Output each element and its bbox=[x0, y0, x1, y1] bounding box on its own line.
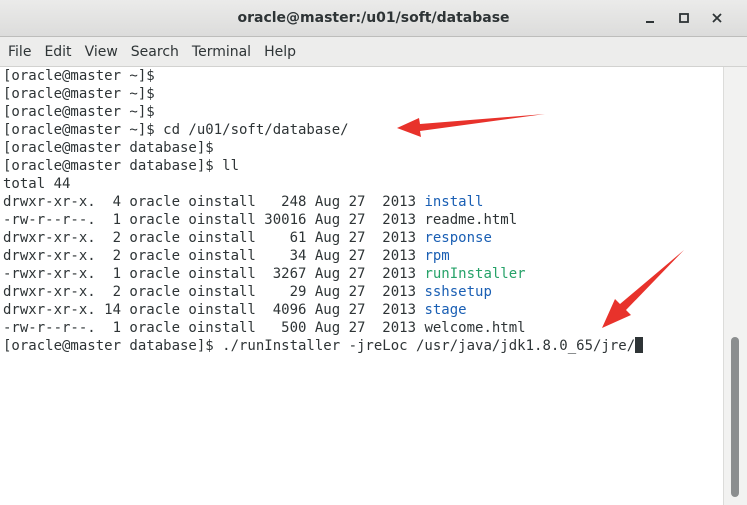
minimize-icon bbox=[646, 21, 654, 23]
terminal-line: [oracle@master ~]$ cd /u01/soft/database… bbox=[3, 121, 349, 139]
terminal-line: [oracle@master ~]$ bbox=[3, 67, 155, 85]
listing-row: -rw-r--r--. 1 oracle oinstall 30016 Aug … bbox=[3, 211, 517, 229]
file-meta: drwxr-xr-x. 14 oracle oinstall 4096 Aug … bbox=[3, 302, 425, 318]
file-meta: drwxr-xr-x. 2 oracle oinstall 61 Aug 27 … bbox=[3, 230, 425, 246]
terminal-line: [oracle@master database]$ ll bbox=[3, 157, 239, 175]
listing-row: drwxr-xr-x. 2 oracle oinstall 34 Aug 27 … bbox=[3, 247, 450, 265]
scrollbar-thumb[interactable] bbox=[731, 337, 739, 497]
file-name: readme.html bbox=[424, 212, 518, 228]
terminal-window: oracle@master:/u01/soft/database File Ed… bbox=[0, 0, 747, 505]
file-meta: drwxr-xr-x. 2 oracle oinstall 34 Aug 27 … bbox=[3, 248, 425, 264]
listing-row: drwxr-xr-x. 2 oracle oinstall 29 Aug 27 … bbox=[3, 283, 492, 301]
shell-prompt: [oracle@master ~]$ bbox=[3, 86, 155, 102]
file-name: install bbox=[424, 194, 484, 210]
shell-prompt: [oracle@master database]$ bbox=[3, 338, 214, 354]
shell-prompt: [oracle@master ~]$ bbox=[3, 122, 155, 138]
menu-edit[interactable]: Edit bbox=[38, 44, 77, 60]
file-meta: drwxr-xr-x. 2 oracle oinstall 29 Aug 27 … bbox=[3, 284, 425, 300]
vertical-scrollbar[interactable] bbox=[723, 67, 747, 505]
menu-search[interactable]: Search bbox=[125, 44, 185, 60]
file-name: response bbox=[424, 230, 492, 246]
close-button[interactable] bbox=[708, 9, 726, 27]
ll-command: ll bbox=[213, 158, 240, 174]
title-bar[interactable]: oracle@master:/u01/soft/database bbox=[0, 0, 747, 37]
terminal-line: [oracle@master database]$ bbox=[3, 139, 214, 157]
menu-bar: File Edit View Search Terminal Help bbox=[0, 37, 747, 67]
file-meta: drwxr-xr-x. 4 oracle oinstall 248 Aug 27… bbox=[3, 194, 425, 210]
menu-file[interactable]: File bbox=[2, 44, 37, 60]
text-cursor bbox=[635, 337, 644, 353]
shell-prompt: [oracle@master database]$ bbox=[3, 158, 214, 174]
file-meta: -rw-r--r--. 1 oracle oinstall 500 Aug 27… bbox=[3, 320, 425, 336]
terminal-line: [oracle@master ~]$ bbox=[3, 85, 155, 103]
listing-row: -rwxr-xr-x. 1 oracle oinstall 3267 Aug 2… bbox=[3, 265, 526, 283]
run-installer-command: ./runInstaller -jreLoc /usr/java/jdk1.8.… bbox=[213, 338, 636, 354]
listing-row: -rw-r--r--. 1 oracle oinstall 500 Aug 27… bbox=[3, 319, 526, 337]
file-meta: -rwxr-xr-x. 1 oracle oinstall 3267 Aug 2… bbox=[3, 266, 425, 282]
terminal-line: [oracle@master database]$ ./runInstaller… bbox=[3, 337, 644, 355]
shell-prompt: [oracle@master database]$ bbox=[3, 140, 214, 156]
shell-prompt: [oracle@master ~]$ bbox=[3, 104, 155, 120]
file-name: stage bbox=[424, 302, 467, 318]
listing-row: drwxr-xr-x. 2 oracle oinstall 61 Aug 27 … bbox=[3, 229, 492, 247]
minimize-button[interactable] bbox=[641, 9, 659, 27]
terminal-output[interactable]: [oracle@master ~]$ [oracle@master ~]$ [o… bbox=[0, 67, 723, 505]
file-name: sshsetup bbox=[424, 284, 492, 300]
listing-row: drwxr-xr-x. 14 oracle oinstall 4096 Aug … bbox=[3, 301, 467, 319]
listing-row: drwxr-xr-x. 4 oracle oinstall 248 Aug 27… bbox=[3, 193, 483, 211]
file-meta: -rw-r--r--. 1 oracle oinstall 30016 Aug … bbox=[3, 212, 425, 228]
menu-help[interactable]: Help bbox=[258, 44, 302, 60]
terminal-line: [oracle@master ~]$ bbox=[3, 103, 155, 121]
maximize-button[interactable] bbox=[675, 9, 693, 27]
maximize-icon bbox=[679, 13, 689, 23]
file-name: runInstaller bbox=[424, 266, 526, 282]
menu-terminal[interactable]: Terminal bbox=[186, 44, 257, 60]
shell-prompt: [oracle@master ~]$ bbox=[3, 68, 155, 84]
close-icon bbox=[712, 13, 722, 23]
file-name: rpm bbox=[424, 248, 450, 264]
cd-command: cd /u01/soft/database/ bbox=[154, 122, 349, 138]
file-name: welcome.html bbox=[424, 320, 526, 336]
menu-view[interactable]: View bbox=[79, 44, 124, 60]
total-line: total 44 bbox=[3, 176, 71, 192]
window-title: oracle@master:/u01/soft/database bbox=[237, 10, 510, 26]
